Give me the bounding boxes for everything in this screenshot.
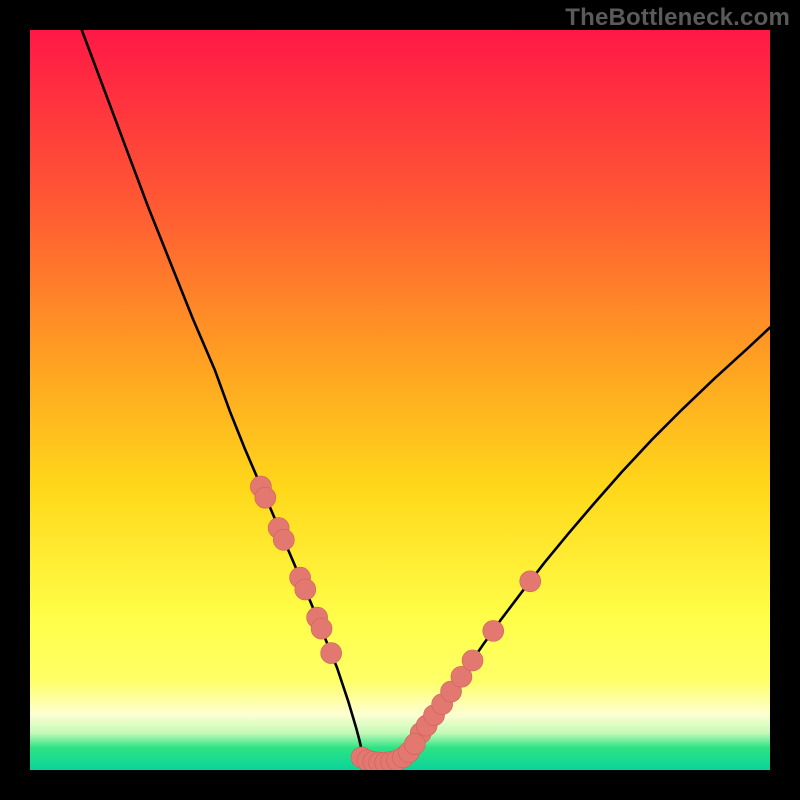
marker-right [483, 620, 504, 641]
marker-right [520, 571, 541, 592]
watermark-label: TheBottleneck.com [565, 4, 790, 32]
chart-frame: TheBottleneck.com [0, 0, 800, 800]
plot-svg [30, 30, 770, 770]
plot-area [30, 30, 770, 770]
marker-left [255, 487, 276, 508]
marker-left [273, 529, 294, 550]
marker-right [462, 650, 483, 671]
marker-left [295, 579, 316, 600]
gradient-background [30, 30, 770, 770]
marker-left [311, 618, 332, 639]
marker-left [321, 643, 342, 664]
marker-floor [404, 734, 425, 755]
